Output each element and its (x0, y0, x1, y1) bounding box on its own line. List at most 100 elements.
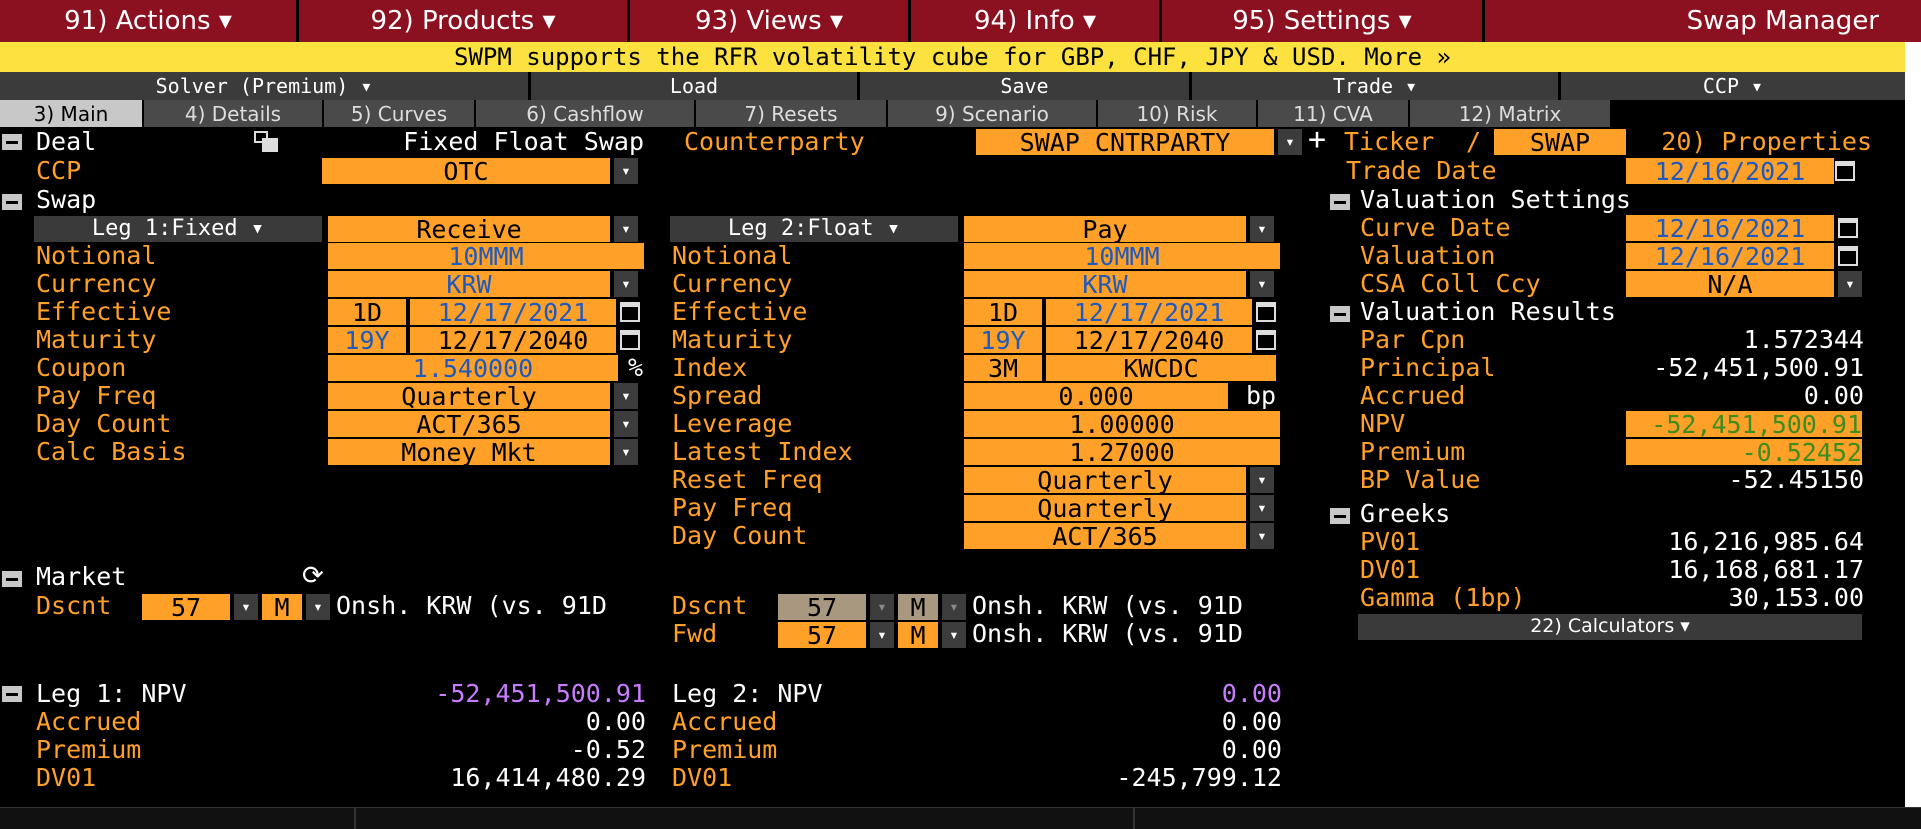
leg2-maturity-tenor[interactable]: 19Y (964, 327, 1042, 353)
leg2-header[interactable]: Leg 2:Float ▾ (670, 216, 958, 242)
leg1-calcbasis-dropdown[interactable]: ▾ (614, 439, 638, 465)
leg1-dscnt-m-dropdown[interactable]: ▾ (306, 594, 330, 620)
counterparty-field[interactable]: SWAP CNTRPARTY (976, 129, 1274, 155)
leg1-notional[interactable]: 10MMM (328, 243, 644, 269)
leg2-notional[interactable]: 10MMM (964, 243, 1280, 269)
collapse-valuation-results-icon[interactable] (1330, 306, 1350, 322)
leg2-fwd-m-field[interactable]: M (898, 622, 938, 648)
leg2-dscnt-m-dropdown[interactable]: ▾ (942, 594, 966, 620)
leg2-effective-tenor[interactable]: 1D (964, 299, 1042, 325)
properties-button[interactable]: 20) Properties (1660, 128, 1872, 156)
leg2-direction[interactable]: Pay (964, 216, 1246, 242)
leg1-effective-calendar-icon[interactable] (620, 302, 640, 322)
curve-date-calendar-icon[interactable] (1838, 218, 1858, 238)
leg2-effective-date[interactable]: 12/17/2021 (1046, 299, 1252, 325)
npv-value[interactable]: -52,451,500.91 (1626, 411, 1862, 437)
leg1-dscnt-dropdown[interactable]: ▾ (234, 594, 258, 620)
leg1-daycount-dropdown[interactable]: ▾ (614, 411, 638, 437)
leg2-currency-dropdown[interactable]: ▾ (1250, 271, 1274, 297)
leg2-currency[interactable]: KRW (964, 271, 1246, 297)
tab-scenario[interactable]: 9) Scenario (888, 100, 1096, 127)
leg2-payfreq[interactable]: Quarterly (964, 495, 1246, 521)
trade-date-field[interactable]: 12/16/2021 (1626, 158, 1834, 184)
save-button[interactable]: Save (860, 72, 1189, 100)
tab-resets[interactable]: 7) Resets (696, 100, 886, 127)
leg2-reset-freq-dropdown[interactable]: ▾ (1250, 467, 1274, 493)
csa-dropdown[interactable]: ▾ (1838, 271, 1862, 297)
leg1-coupon[interactable]: 1.540000 (328, 355, 618, 381)
collapse-valuation-settings-icon[interactable] (1330, 194, 1350, 210)
leg1-maturity-date[interactable]: 12/17/2040 (410, 327, 616, 353)
leg1-currency-dropdown[interactable]: ▾ (614, 271, 638, 297)
leg2-fwd-dropdown[interactable]: ▾ (870, 622, 894, 648)
leg1-maturity-calendar-icon[interactable] (620, 330, 640, 350)
copy-icon[interactable] (254, 131, 280, 153)
collapse-greeks-icon[interactable] (1330, 508, 1350, 524)
leg2-dscnt-dropdown[interactable]: ▾ (870, 594, 894, 620)
tab-details[interactable]: 4) Details (144, 100, 322, 127)
info-banner[interactable]: SWPM supports the RFR volatility cube fo… (0, 42, 1905, 72)
collapse-swap-icon[interactable] (2, 194, 22, 210)
tab-matrix[interactable]: 12) Matrix (1410, 100, 1610, 127)
leg1-calcbasis[interactable]: Money Mkt (328, 439, 610, 465)
leg2-latest-index[interactable]: 1.27000 (964, 439, 1280, 465)
leg1-effective-date[interactable]: 12/17/2021 (410, 299, 616, 325)
settings-menu[interactable]: 95) Settings ▾ (1162, 0, 1482, 42)
leg1-payfreq[interactable]: Quarterly (328, 383, 610, 409)
views-menu[interactable]: 93) Views ▾ (630, 0, 908, 42)
leg2-reset-freq[interactable]: Quarterly (964, 467, 1246, 493)
solver-button[interactable]: Solver (Premium) ▾ (0, 72, 528, 100)
leg2-direction-dropdown[interactable]: ▾ (1250, 216, 1274, 242)
leg1-daycount[interactable]: ACT/365 (328, 411, 610, 437)
tab-risk[interactable]: 10) Risk (1098, 100, 1256, 127)
leg1-effective-tenor[interactable]: 1D (328, 299, 406, 325)
products-menu[interactable]: 92) Products ▾ (299, 0, 627, 42)
leg2-index[interactable]: KWCDC (1046, 355, 1276, 381)
leg1-dscnt-m-field[interactable]: M (262, 594, 302, 620)
leg2-maturity-calendar-icon[interactable] (1256, 330, 1276, 350)
leg1-payfreq-dropdown[interactable]: ▾ (614, 383, 638, 409)
ticker-field[interactable]: SWAP (1494, 129, 1626, 155)
ccp-dropdown[interactable]: ▾ (614, 158, 638, 184)
ccp-button[interactable]: CCP ▾ (1561, 72, 1905, 100)
tab-cva[interactable]: 11) CVA (1258, 100, 1408, 127)
leg2-daycount[interactable]: ACT/365 (964, 523, 1246, 549)
collapse-deal-icon[interactable] (2, 134, 22, 150)
leg1-maturity-tenor[interactable]: 19Y (328, 327, 406, 353)
load-button[interactable]: Load (531, 72, 857, 100)
leg2-index-tenor[interactable]: 3M (964, 355, 1042, 381)
leg1-dscnt-field[interactable]: 57 (142, 594, 230, 620)
ccp-field[interactable]: OTC (322, 158, 610, 184)
leg2-spread[interactable]: 0.000 (964, 383, 1228, 409)
csa-field[interactable]: N/A (1626, 271, 1834, 297)
add-ticker-icon[interactable]: + (1308, 126, 1338, 154)
collapse-leg1-npv-icon[interactable] (2, 686, 22, 702)
leg2-fwd-m-dropdown[interactable]: ▾ (942, 622, 966, 648)
trade-date-calendar-icon[interactable] (1835, 161, 1855, 181)
leg1-direction-dropdown[interactable]: ▾ (614, 216, 638, 242)
calculators-button[interactable]: 22) Calculators ▾ (1358, 614, 1862, 640)
leg1-direction[interactable]: Receive (328, 216, 610, 242)
valuation-field[interactable]: 12/16/2021 (1626, 243, 1834, 269)
leg2-payfreq-dropdown[interactable]: ▾ (1250, 495, 1274, 521)
valuation-calendar-icon[interactable] (1838, 246, 1858, 266)
actions-menu[interactable]: 91) Actions ▾ (0, 0, 296, 42)
tab-main[interactable]: 3) Main (0, 100, 142, 127)
info-menu[interactable]: 94) Info ▾ (911, 0, 1159, 42)
tab-cashflow[interactable]: 6) Cashflow (476, 100, 694, 127)
leg2-dscnt-m-field[interactable]: M (898, 594, 938, 620)
leg1-currency[interactable]: KRW (328, 271, 610, 297)
leg2-effective-calendar-icon[interactable] (1256, 302, 1276, 322)
leg2-daycount-dropdown[interactable]: ▾ (1250, 523, 1274, 549)
leg2-leverage[interactable]: 1.00000 (964, 411, 1280, 437)
leg2-fwd-field[interactable]: 57 (778, 622, 866, 648)
leg2-dscnt-field[interactable]: 57 (778, 594, 866, 620)
trade-button[interactable]: Trade ▾ (1192, 72, 1558, 100)
tab-curves[interactable]: 5) Curves (324, 100, 474, 127)
counterparty-dropdown[interactable]: ▾ (1278, 129, 1302, 155)
scrollbar-track[interactable] (1905, 42, 1921, 807)
collapse-market-icon[interactable] (2, 571, 22, 587)
premium-value[interactable]: -0.52452 (1626, 439, 1862, 465)
leg1-header[interactable]: Leg 1:Fixed ▾ (34, 216, 322, 242)
refresh-icon[interactable]: ⟳ (302, 562, 332, 590)
